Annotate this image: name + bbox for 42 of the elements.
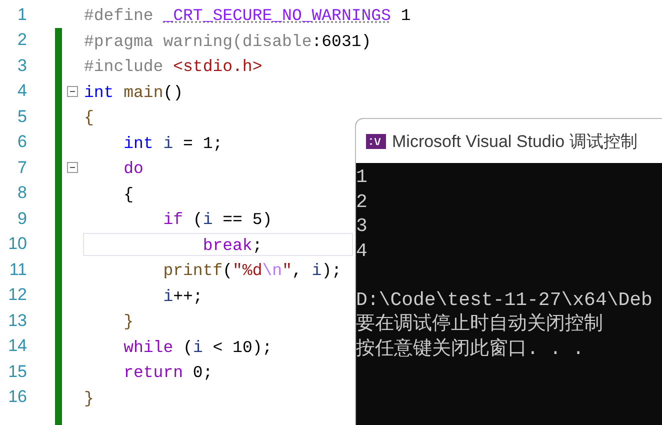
line-number: 16 [7,386,27,408]
code-line: i++; [162,286,204,307]
console-output-line: 1 [356,165,368,190]
line-number: 10 [7,233,27,256]
line-number: 14 [7,335,27,358]
code-line: } [83,388,95,409]
code-line: #include <stdio.h> [83,56,264,78]
console-output-line: 要在调试停止时自动关闭控制 [356,312,603,336]
line-number: 3 [16,54,27,77]
console-output-line: D:\Code\test-11-27\x64\Deb [356,288,652,312]
line-number: 13 [7,310,27,332]
line-number: 5 [16,106,27,128]
line-number: 15 [7,360,27,383]
code-line: if (i == 5) [162,209,274,230]
console-output-line: 3 [356,214,368,238]
console-output-line: 4 [356,238,368,263]
console-output-line: 按任意键关闭此窗口. . . [356,336,584,361]
line-number: 2 [16,29,27,52]
code-line: do [122,158,144,180]
line-number: 9 [16,208,27,230]
code-line: #pragma warning(disable:6031) [83,30,372,52]
code-line: int i = 1; [122,132,224,154]
line-number: 8 [16,182,27,204]
code-line: int main() [83,82,184,103]
code-line: { [122,184,135,205]
code-line: } [122,311,135,332]
code-line: while (i < 10); [122,336,274,358]
window-title: Microsoft Visual Studio 调试控制 [392,130,638,152]
line-number: 1 [16,4,27,26]
line-number: 6 [16,131,27,154]
collapse-icon[interactable] [67,86,78,97]
code-line: return 0; [122,362,214,384]
code-line: printf("%d\n", i); [162,260,342,282]
line-number: 12 [7,284,27,306]
console-app-icon [366,134,386,148]
code-line: #define _CRT_SECURE_NO_WARNINGS 1 [83,5,412,26]
code-line: { [83,107,95,128]
line-number: 4 [16,80,27,102]
line-number: 11 [8,258,27,281]
console-output-line: 2 [356,190,368,214]
collapse-icon[interactable] [67,162,78,174]
line-number: 7 [16,156,27,179]
